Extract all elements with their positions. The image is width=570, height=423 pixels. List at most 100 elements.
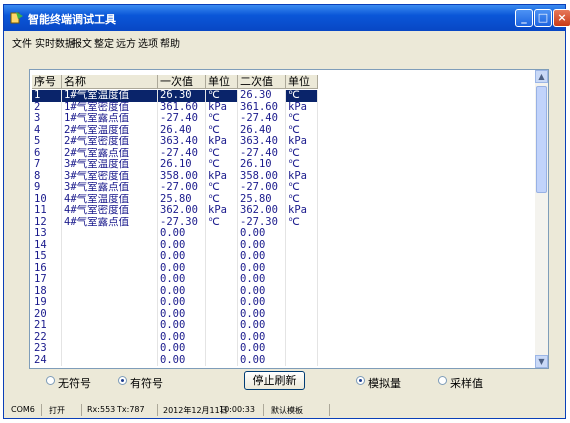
table-row[interactable]: 13 0.00 0.00	[30, 228, 535, 240]
cell-no: 6	[32, 147, 62, 159]
table-row[interactable]: 4 2#气室温度值 26.40 ℃ 26.40 ℃	[30, 124, 535, 136]
cell-name: 1#气室温度值	[62, 90, 158, 102]
minimize-button[interactable]: _	[515, 9, 533, 27]
radio-unsigned[interactable]	[46, 376, 55, 385]
table-row[interactable]: 16 0.00 0.00	[30, 262, 535, 274]
grid-body: 1 1#气室温度值 26.30 ℃ 26.30 ℃ 2 1#气室密度值 361.60 kPa 361…	[30, 90, 535, 368]
cell-u2	[286, 262, 318, 274]
cell-u2	[286, 228, 318, 240]
cell-u1	[206, 320, 238, 332]
table-row[interactable]: 2 1#气室密度值 361.60 kPa 361.60 kPa	[30, 101, 535, 113]
cell-name	[62, 343, 158, 355]
cell-v1: -27.40	[158, 147, 206, 159]
cell-u2: ℃	[286, 159, 318, 171]
table-row[interactable]: 24 0.00 0.00	[30, 354, 535, 366]
cell-v1: 0.00	[158, 239, 206, 251]
cell-v2: 0.00	[238, 228, 286, 240]
radio-analog[interactable]	[356, 376, 365, 385]
cell-name	[62, 274, 158, 286]
cell-u1	[206, 285, 238, 297]
scroll-thumb[interactable]	[536, 86, 547, 193]
header-name[interactable]: 名称	[62, 75, 158, 89]
cell-u1	[206, 239, 238, 251]
cell-no: 19	[32, 297, 62, 309]
cell-no: 2	[32, 101, 62, 113]
table-row[interactable]: 11 4#气室密度值 362.00 kPa 362.00 kPa	[30, 205, 535, 217]
cell-name: 2#气室密度值	[62, 136, 158, 148]
radio-unsigned-label: 无符号	[58, 377, 91, 390]
cell-no: 21	[32, 320, 62, 332]
menu-message[interactable]: 报文	[72, 35, 92, 50]
cell-no: 10	[32, 193, 62, 205]
cell-v2: 26.30	[238, 90, 286, 102]
title-bar[interactable]: 智能终端调试工具 _ □ ×	[4, 5, 570, 31]
cell-v2: 0.00	[238, 239, 286, 251]
menu-remote[interactable]: 远方	[116, 35, 136, 50]
header-no[interactable]: 序号	[32, 75, 62, 89]
cell-v2: 362.00	[238, 205, 286, 217]
cell-v2: 25.80	[238, 193, 286, 205]
cell-u2: ℃	[286, 124, 318, 136]
table-row[interactable]: 10 4#气室温度值 25.80 ℃ 25.80 ℃	[30, 193, 535, 205]
menu-file[interactable]: 文件	[12, 35, 32, 50]
menu-realtime-data[interactable]: 实时数据	[35, 35, 75, 50]
table-row[interactable]: 14 0.00 0.00	[30, 239, 535, 251]
cell-v2: -27.40	[238, 147, 286, 159]
cell-v1: -27.30	[158, 216, 206, 228]
status-tx: Tx:787	[117, 405, 145, 414]
cell-u2: kPa	[286, 101, 318, 113]
table-row[interactable]: 23 0.00 0.00	[30, 343, 535, 355]
table-row[interactable]: 17 0.00 0.00	[30, 274, 535, 286]
cell-u1: ℃	[206, 113, 238, 125]
radio-signed[interactable]	[118, 376, 127, 385]
menu-setting[interactable]: 整定	[94, 35, 114, 50]
header-secondary-unit[interactable]: 单位	[286, 75, 318, 89]
scroll-up-icon[interactable]: ▲	[535, 70, 548, 83]
table-row[interactable]: 6 2#气室露点值 -27.40 ℃ -27.40 ℃	[30, 147, 535, 159]
maximize-button[interactable]: □	[534, 9, 552, 27]
cell-u2	[286, 343, 318, 355]
vertical-scrollbar[interactable]: ▲ ▼	[535, 70, 548, 368]
cell-no: 11	[32, 205, 62, 217]
table-row[interactable]: 12 4#气室露点值 -27.30 ℃ -27.30 ℃	[30, 216, 535, 228]
table-row[interactable]: 8 3#气室密度值 358.00 kPa 358.00 kPa	[30, 170, 535, 182]
close-button[interactable]: ×	[553, 9, 570, 27]
status-port: COM6	[11, 405, 35, 414]
radio-sample[interactable]	[438, 376, 447, 385]
cell-no: 15	[32, 251, 62, 263]
table-row[interactable]: 1 1#气室温度值 26.30 ℃ 26.30 ℃	[30, 90, 535, 102]
table-row[interactable]: 7 3#气室温度值 26.10 ℃ 26.10 ℃	[30, 159, 535, 171]
table-row[interactable]: 19 0.00 0.00	[30, 297, 535, 309]
table-row[interactable]: 21 0.00 0.00	[30, 320, 535, 332]
cell-v1: 26.40	[158, 124, 206, 136]
cell-name	[62, 239, 158, 251]
header-primary-value[interactable]: 一次值	[158, 75, 206, 89]
cell-name: 4#气室温度值	[62, 193, 158, 205]
cell-u1	[206, 297, 238, 309]
radio-sample-label: 采样值	[450, 377, 483, 390]
table-row[interactable]: 15 0.00 0.00	[30, 251, 535, 263]
table-row[interactable]: 20 0.00 0.00	[30, 308, 535, 320]
table-row[interactable]: 9 3#气室露点值 -27.00 ℃ -27.00 ℃	[30, 182, 535, 194]
cell-u1: ℃	[206, 216, 238, 228]
stop-refresh-button[interactable]: 停止刷新	[244, 371, 305, 390]
cell-no: 24	[32, 354, 62, 366]
cell-v1: 361.60	[158, 101, 206, 113]
cell-no: 22	[32, 331, 62, 343]
cell-u2	[286, 297, 318, 309]
table-row[interactable]: 5 2#气室密度值 363.40 kPa 363.40 kPa	[30, 136, 535, 148]
scroll-down-icon[interactable]: ▼	[535, 355, 548, 368]
table-row[interactable]: 18 0.00 0.00	[30, 285, 535, 297]
cell-name	[62, 308, 158, 320]
cell-v1: -27.00	[158, 182, 206, 194]
cell-name: 1#气室露点值	[62, 113, 158, 125]
menu-help[interactable]: 帮助	[160, 35, 180, 50]
header-secondary-value[interactable]: 二次值	[238, 75, 286, 89]
header-primary-unit[interactable]: 单位	[206, 75, 238, 89]
table-row[interactable]: 22 0.00 0.00	[30, 331, 535, 343]
cell-u1	[206, 274, 238, 286]
table-row[interactable]: 3 1#气室露点值 -27.40 ℃ -27.40 ℃	[30, 113, 535, 125]
cell-v2: 0.00	[238, 262, 286, 274]
menu-options[interactable]: 选项	[138, 35, 158, 50]
cell-name: 3#气室密度值	[62, 170, 158, 182]
